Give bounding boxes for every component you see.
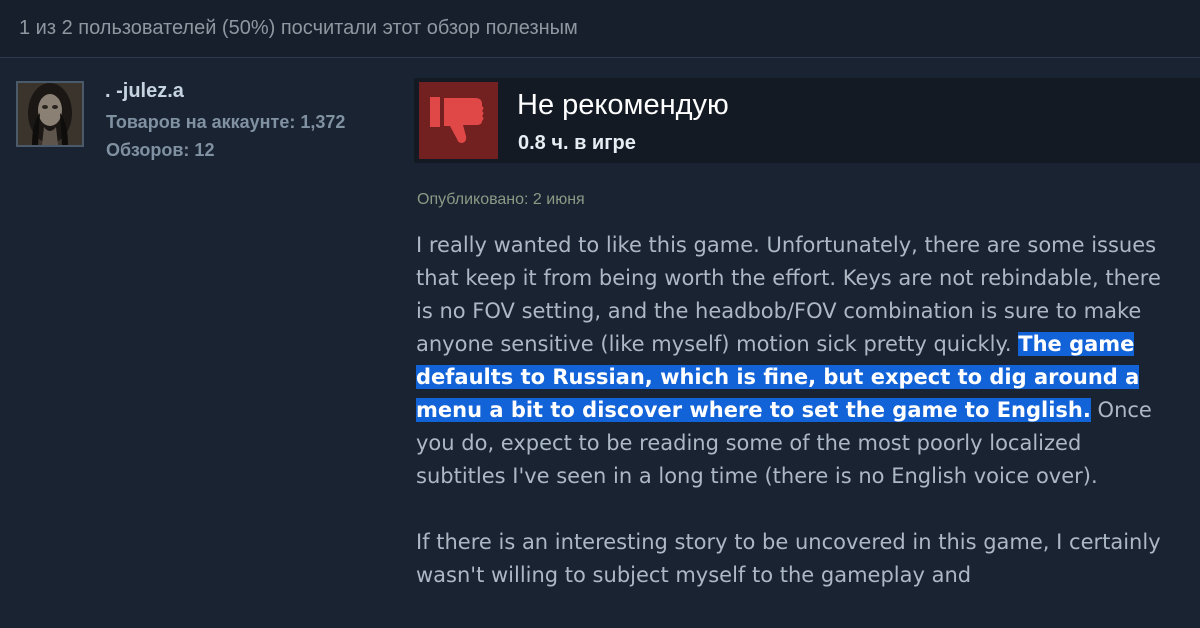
posted-date: Опубликовано: 2 июня [417, 191, 585, 208]
author-products-count[interactable]: Товаров на аккаунте: 1,372 [106, 112, 345, 133]
review-paragraph-2: If there is an interesting story to be u… [416, 530, 1161, 587]
author-name[interactable]: . -julez.a [105, 80, 184, 103]
review-text: I really wanted to like this game. Unfor… [416, 229, 1176, 592]
verdict-thumb[interactable] [419, 82, 498, 159]
helpful-bar: 1 из 2 пользователей (50%) посчитали это… [0, 0, 1200, 58]
hours-played: 0.8 ч. в игре [518, 132, 636, 154]
thumbs-down-icon [430, 97, 484, 143]
verdict-title: Не рекомендую [517, 89, 729, 121]
author-reviews-count[interactable]: Обзоров: 12 [106, 140, 214, 161]
review-paragraph-1: I really wanted to like this game. Unfor… [416, 229, 1176, 493]
avatar[interactable] [16, 81, 84, 147]
helpful-count-text: 1 из 2 пользователей (50%) посчитали это… [19, 17, 578, 39]
